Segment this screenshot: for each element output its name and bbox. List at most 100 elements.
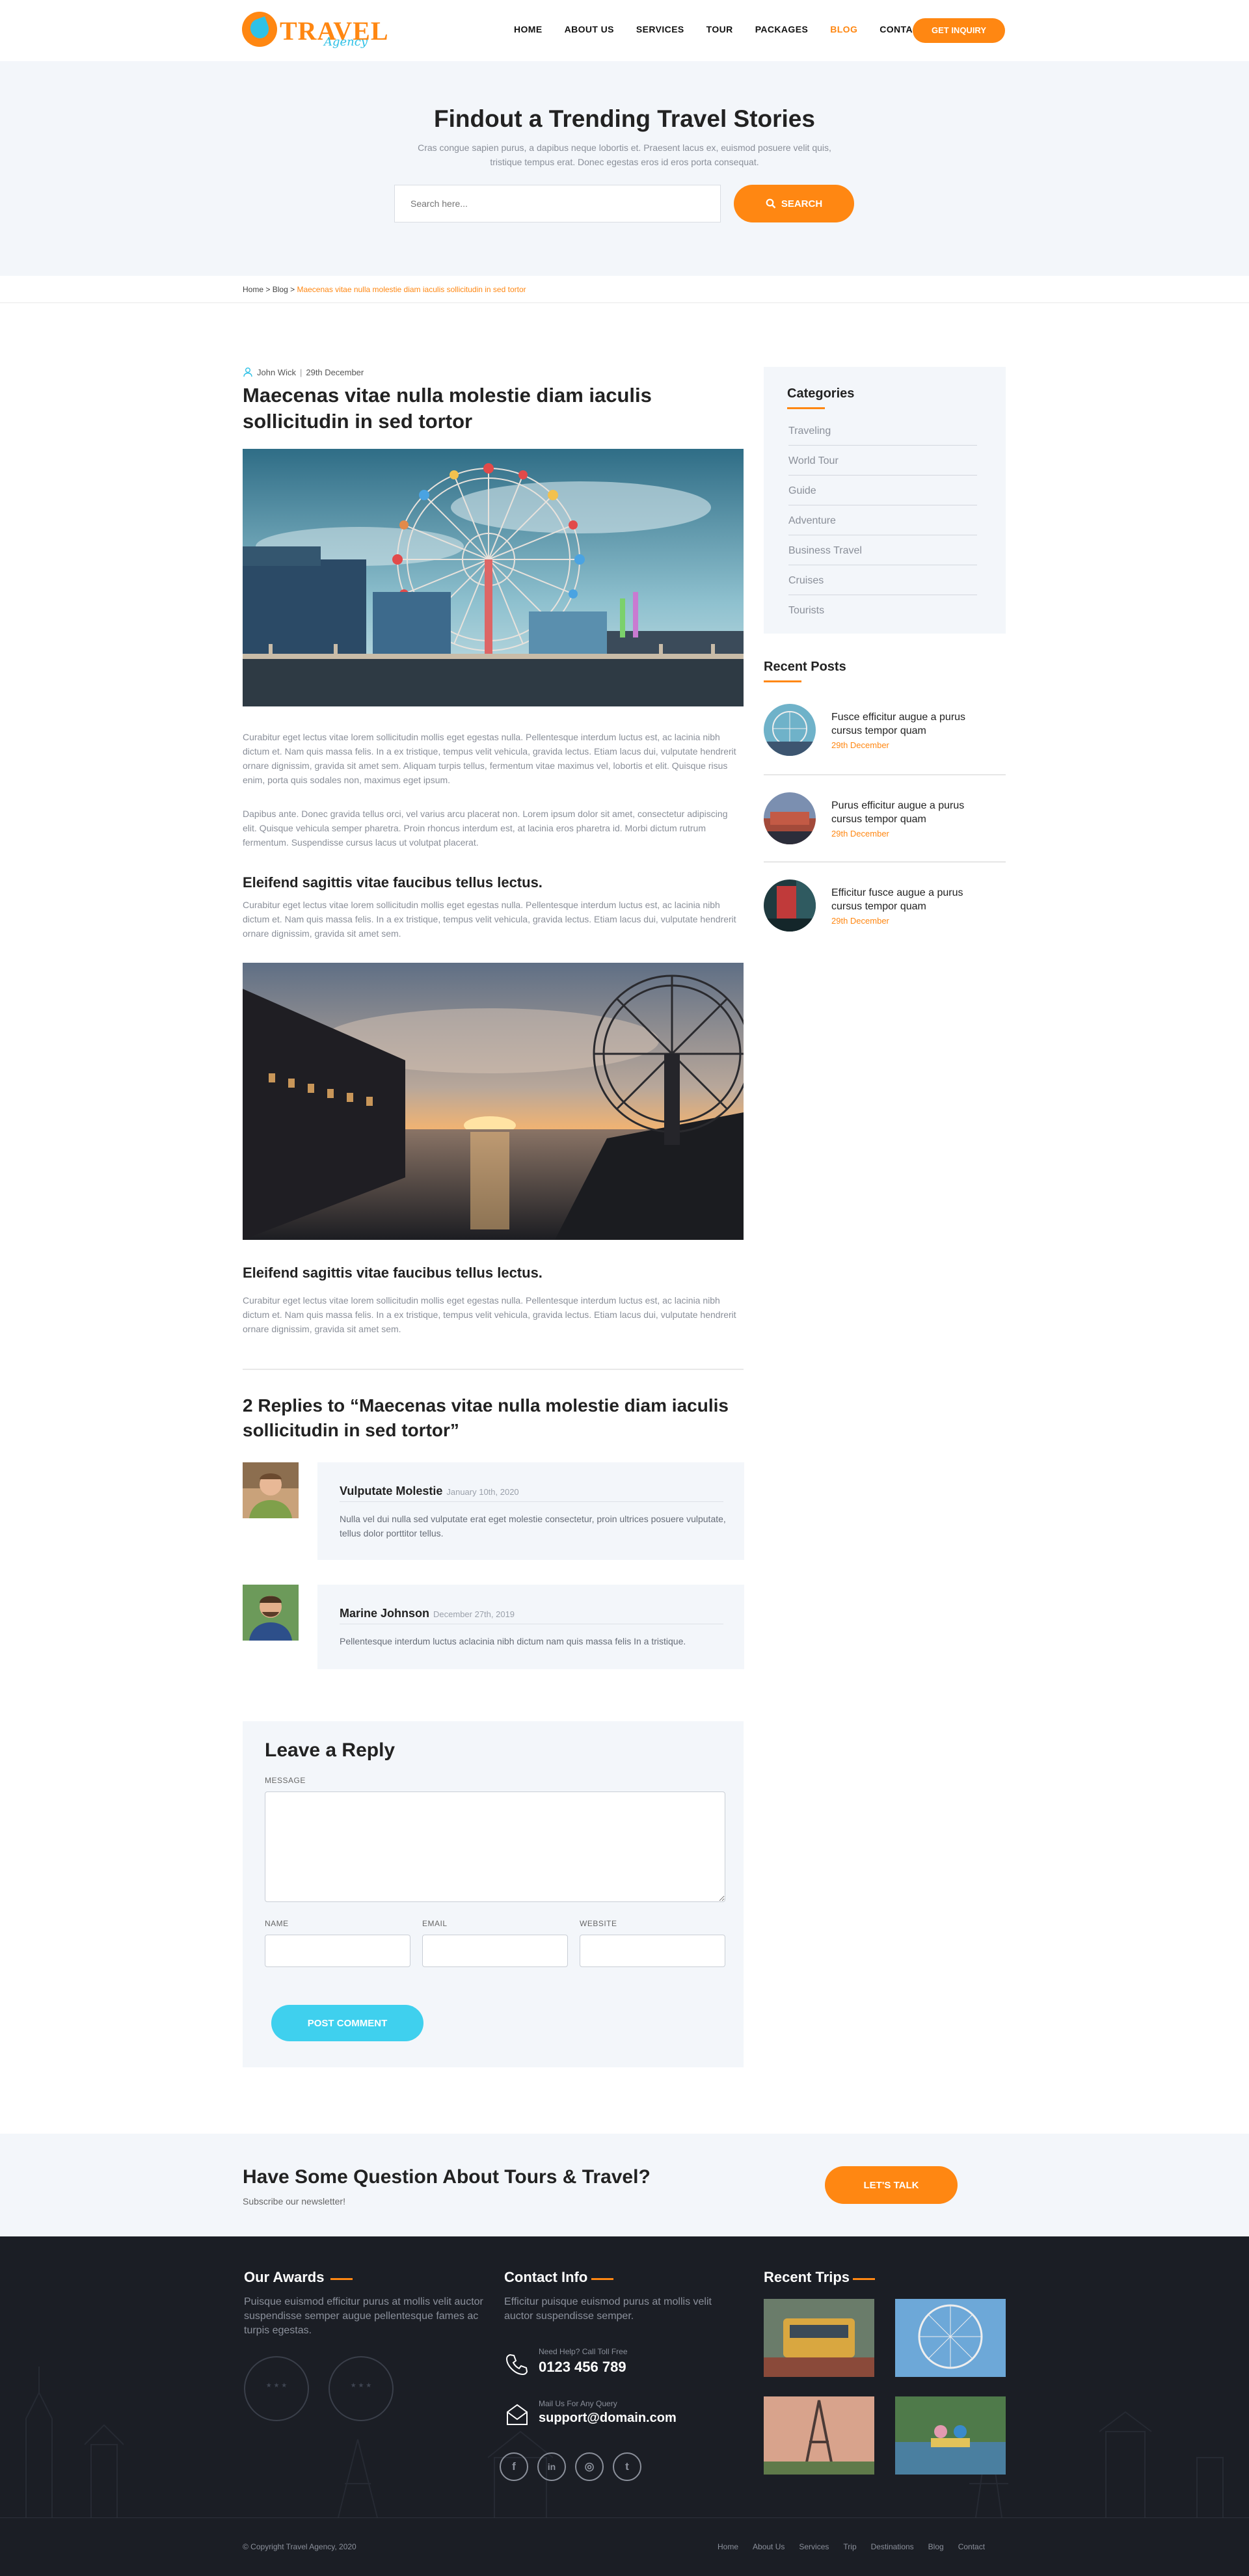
avatar bbox=[243, 1585, 299, 1641]
post-subheading-1: Eleifend sagittis vitae faucibus tellus … bbox=[243, 874, 543, 891]
email-label: EMAIL bbox=[422, 1919, 448, 1928]
nav-services[interactable]: SERVICES bbox=[636, 24, 684, 34]
mail-label: Mail Us For Any Query bbox=[539, 2399, 617, 2408]
title-underline bbox=[764, 680, 801, 682]
awards-text: Puisque euismod efficitur purus at molli… bbox=[244, 2296, 483, 2336]
nav-blog[interactable]: BLOG bbox=[830, 24, 857, 34]
site-header: TRAVEL Agency HOME ABOUT US SERVICES TOU… bbox=[0, 0, 1249, 61]
recent-post-title[interactable]: Purus efficitur augue a purus cursus tem… bbox=[831, 799, 987, 826]
category-adventure[interactable]: Adventure bbox=[788, 515, 977, 527]
phone-number[interactable]: 0123 456 789 bbox=[539, 2359, 626, 2376]
instagram-icon[interactable]: ◎ bbox=[575, 2452, 604, 2481]
facebook-icon[interactable]: f bbox=[500, 2452, 528, 2481]
footer-link-contact[interactable]: Contact bbox=[958, 2542, 985, 2551]
comment-author-name[interactable]: Marine Johnson bbox=[340, 1607, 429, 1620]
footer-link-blog[interactable]: Blog bbox=[928, 2542, 944, 2551]
logo-mark-icon bbox=[242, 12, 277, 47]
divider bbox=[788, 445, 977, 446]
category-business-travel[interactable]: Business Travel bbox=[788, 545, 977, 557]
linkedin-icon[interactable]: in bbox=[537, 2452, 566, 2481]
nav-tour[interactable]: TOUR bbox=[706, 24, 733, 34]
post-subheading-2: Eleifend sagittis vitae faucibus tellus … bbox=[243, 1265, 543, 1281]
award-badge-icon: ★ ★ ★ bbox=[244, 2356, 309, 2421]
trip-thumbnail[interactable] bbox=[764, 2396, 874, 2475]
comment-card: Marine Johnson December 27th, 2019 Pellen… bbox=[317, 1585, 744, 1669]
comment-author-name[interactable]: Vulputate Molestie bbox=[340, 1484, 442, 1497]
trip-thumbnail[interactable] bbox=[895, 2396, 1006, 2475]
category-cruises[interactable]: Cruises bbox=[788, 575, 977, 587]
email-address[interactable]: support@domain.com bbox=[539, 2411, 677, 2426]
footer-nav: Home About Us Services Trip Destinations… bbox=[718, 2542, 999, 2551]
breadcrumb-current: Maecenas vitae nulla molestie diam iacul… bbox=[297, 285, 526, 294]
get-inquiry-button[interactable]: GET INQUIRY bbox=[913, 18, 1005, 43]
website-input[interactable] bbox=[580, 1935, 725, 1967]
reply-form-title: Leave a Reply bbox=[265, 1739, 396, 1761]
footer-link-destinations[interactable]: Destinations bbox=[871, 2542, 914, 2551]
hero-title: Findout a Trending Travel Stories bbox=[434, 105, 815, 132]
footer-link-services[interactable]: Services bbox=[799, 2542, 829, 2551]
message-label: MESSAGE bbox=[265, 1776, 306, 1785]
post-title: Maecenas vitae nulla molestie diam iacul… bbox=[243, 384, 652, 433]
search-button[interactable]: SEARCH bbox=[734, 185, 854, 222]
recent-post-thumbnail[interactable] bbox=[764, 792, 816, 844]
ferris-wheel-illustration bbox=[243, 449, 744, 706]
river-trip-image bbox=[895, 2396, 1006, 2475]
website-label: WEBSITE bbox=[580, 1919, 617, 1928]
trip-thumbnail[interactable] bbox=[764, 2299, 874, 2377]
breadcrumb-blog[interactable]: Blog bbox=[273, 285, 288, 294]
name-input[interactable] bbox=[265, 1935, 410, 1967]
awards-title: Our Awards bbox=[244, 2269, 325, 2285]
email-input[interactable] bbox=[422, 1935, 568, 1967]
lets-talk-button[interactable]: LET'S TALK bbox=[825, 2166, 958, 2204]
categories-widget: Categories Traveling World Tour Guide Ad… bbox=[764, 367, 1006, 634]
comment-date: December 27th, 2019 bbox=[433, 1609, 515, 1619]
category-tourists[interactable]: Tourists bbox=[788, 605, 977, 617]
post-author[interactable]: John Wick bbox=[257, 368, 296, 377]
phone-icon bbox=[505, 2354, 528, 2376]
newsletter-strip: Have Some Question About Tours & Travel?… bbox=[0, 2134, 1249, 2236]
nav-about[interactable]: ABOUT US bbox=[565, 24, 614, 34]
logo[interactable]: TRAVEL Agency bbox=[242, 9, 388, 51]
tram-trip-image bbox=[764, 2299, 874, 2377]
title-underline bbox=[591, 2278, 613, 2280]
recent-post-date: 29th December bbox=[831, 829, 889, 839]
comment-text: Pellentesque interdum luctus aclacinia n… bbox=[340, 1636, 686, 1646]
category-guide[interactable]: Guide bbox=[788, 485, 977, 497]
post-comment-button[interactable]: POST COMMENT bbox=[271, 2005, 423, 2041]
nav-packages[interactable]: PACKAGES bbox=[755, 24, 809, 34]
city-thumb bbox=[764, 792, 816, 844]
contact-info-title: Contact Info bbox=[504, 2269, 588, 2285]
category-world-tour[interactable]: World Tour bbox=[788, 455, 977, 467]
recent-post-title[interactable]: Fusce efficitur augue a purus cursus tem… bbox=[831, 710, 987, 738]
award-badge-icon: ★ ★ ★ bbox=[329, 2356, 394, 2421]
category-traveling[interactable]: Traveling bbox=[788, 425, 977, 437]
comment-text: Nulla vel dui nulla sed vulputate erat e… bbox=[340, 1514, 726, 1538]
ferris-wheel-trip-image bbox=[895, 2299, 1006, 2377]
copyright: © Copyright Travel Agency, 2020 bbox=[243, 2542, 356, 2551]
eiffel-trip-image bbox=[764, 2396, 874, 2475]
footer-link-trip[interactable]: Trip bbox=[843, 2542, 856, 2551]
nav-home[interactable]: HOME bbox=[514, 24, 543, 34]
breadcrumb-home[interactable]: Home bbox=[243, 285, 263, 294]
post-paragraph-4: Curabitur eget lectus vitae lorem sollic… bbox=[243, 1295, 736, 1334]
footer-link-home[interactable]: Home bbox=[718, 2542, 738, 2551]
post-paragraph-2: Dapibus ante. Donec gravida tellus orci,… bbox=[243, 809, 728, 848]
categories-title: Categories bbox=[787, 386, 855, 401]
search-input[interactable] bbox=[394, 185, 721, 222]
twitter-icon[interactable]: t bbox=[613, 2452, 641, 2481]
main-nav: HOME ABOUT US SERVICES TOUR PACKAGES BLO… bbox=[514, 24, 947, 34]
recent-post-thumbnail[interactable] bbox=[764, 704, 816, 756]
recent-post-thumbnail[interactable] bbox=[764, 879, 816, 932]
post-image-sunset-pier bbox=[243, 963, 744, 1240]
avatar-image bbox=[243, 1585, 299, 1641]
avatar bbox=[243, 1462, 299, 1518]
message-textarea[interactable] bbox=[265, 1791, 725, 1902]
question-title: Have Some Question About Tours & Travel? bbox=[243, 2166, 651, 2188]
recent-post-title[interactable]: Efficitur fusce augue a purus cursus tem… bbox=[831, 886, 987, 913]
footer-link-about[interactable]: About Us bbox=[753, 2542, 785, 2551]
title-underline bbox=[330, 2278, 353, 2280]
comment-card: Vulputate Molestie January 10th, 2020 Nul… bbox=[317, 1462, 744, 1560]
trip-thumbnail[interactable] bbox=[895, 2299, 1006, 2377]
comment-date: January 10th, 2020 bbox=[446, 1487, 519, 1497]
recent-posts-title: Recent Posts bbox=[764, 660, 846, 674]
